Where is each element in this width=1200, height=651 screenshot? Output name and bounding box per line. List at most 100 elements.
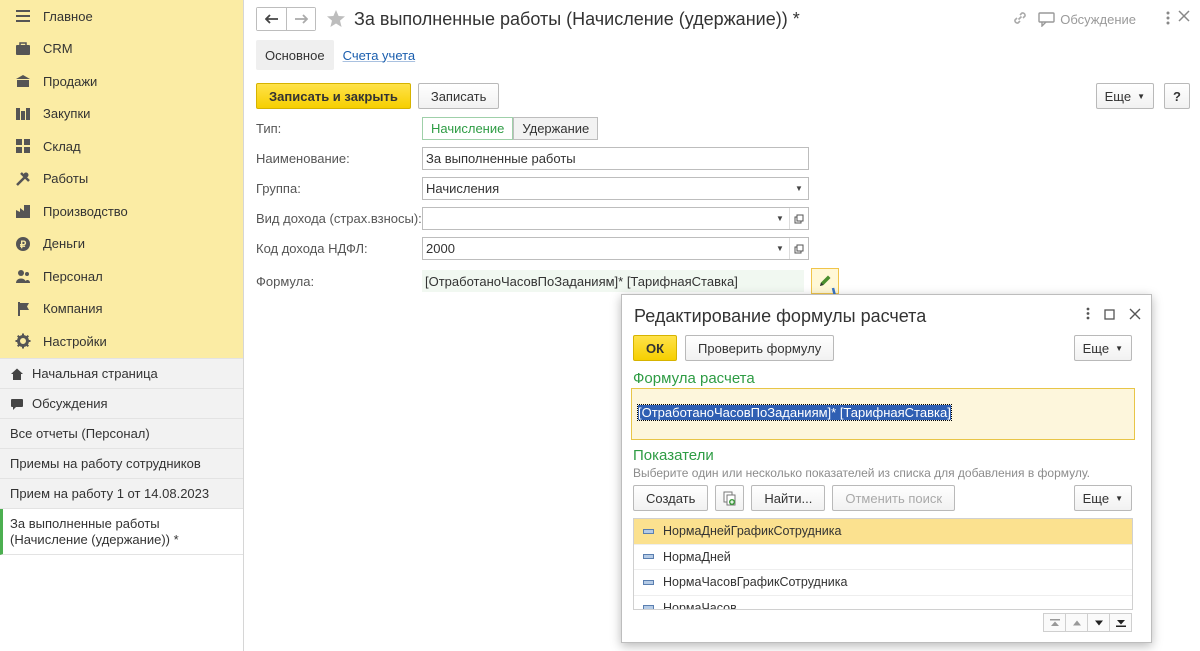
save-button[interactable]: Записать	[417, 83, 500, 109]
open-icon[interactable]	[789, 238, 808, 259]
create-button[interactable]: Создать	[633, 485, 709, 511]
formula-editor[interactable]: [ОтработаноЧасовПоЗаданиям]* [ТарифнаяСт…	[631, 388, 1135, 440]
sales-icon	[14, 72, 32, 90]
forward-button[interactable]	[286, 8, 315, 30]
section-company[interactable]: Компания	[0, 293, 243, 326]
open-item-label: Все отчеты (Персонал)	[10, 426, 150, 441]
group-field[interactable]: Начисления ▼	[422, 177, 809, 200]
maximize-icon[interactable]	[1104, 308, 1115, 323]
help-button[interactable]: ?	[1164, 83, 1190, 109]
open-item-home[interactable]: Начальная страница	[0, 359, 243, 389]
section-main[interactable]: Главное	[0, 0, 243, 33]
arrow-right-icon	[295, 14, 308, 24]
chat-icon	[10, 397, 24, 411]
list-navigation	[1043, 613, 1132, 632]
income-type-field[interactable]: ▼	[422, 207, 809, 230]
section-settings[interactable]: Настройки	[0, 325, 243, 358]
open-item-discussions[interactable]: Обсуждения	[0, 389, 243, 419]
name-field[interactable]: За выполненные работы	[422, 147, 809, 170]
open-item-hiring-doc[interactable]: Прием на работу 1 от 14.08.2023	[0, 479, 243, 509]
name-label: Наименование:	[256, 151, 350, 166]
warehouse-icon	[14, 137, 32, 155]
section-label: CRM	[43, 41, 73, 57]
menu-icon	[14, 7, 32, 25]
open-item-current[interactable]: За выполненные работы (Начисление (удерж…	[0, 509, 243, 555]
group-row: Группа:	[256, 177, 422, 200]
list-item[interactable]: НормаДнейГрафикСотрудника	[634, 519, 1132, 545]
section-label: Деньги	[43, 236, 85, 252]
discussion-icon	[1038, 12, 1055, 27]
check-formula-button[interactable]: Проверить формулу	[685, 335, 835, 361]
list-item-label: НормаЧасов	[663, 600, 737, 610]
title-bar: За выполненные работы (Начисление (удерж…	[256, 7, 800, 31]
section-warehouse[interactable]: Склад	[0, 130, 243, 163]
open-item-reports[interactable]: Все отчеты (Персонал)	[0, 419, 243, 449]
list-item-label: НормаДней	[663, 549, 731, 564]
save-close-button[interactable]: Записать и закрыть	[256, 83, 411, 109]
section-crm[interactable]: CRM	[0, 33, 243, 66]
link-icon[interactable]	[1012, 10, 1028, 29]
section-label: Склад	[43, 138, 81, 154]
dialog-more-button[interactable]: Еще ▼	[1073, 335, 1132, 361]
indicator-icon	[643, 605, 654, 609]
dropdown-arrow-icon[interactable]: ▼	[770, 208, 789, 229]
more-vertical-icon[interactable]	[1086, 307, 1090, 323]
type-label: Тип:	[256, 121, 282, 136]
open-item-label: За выполненные работы (Начисление (удерж…	[10, 516, 179, 547]
section-sales[interactable]: Продажи	[0, 65, 243, 98]
indicators-more-wrap: Еще ▼	[1073, 485, 1132, 511]
arrow-left-icon	[264, 14, 278, 24]
section-personnel[interactable]: Персонал	[0, 260, 243, 293]
more-button[interactable]: Еще ▼	[1095, 83, 1154, 109]
find-button[interactable]: Найти...	[751, 485, 826, 511]
last-page-button[interactable]	[1109, 613, 1132, 632]
more-vertical-icon[interactable]	[1166, 11, 1170, 28]
dropdown-arrow-icon[interactable]: ▼	[789, 178, 808, 199]
indicators-more-button[interactable]: Еще ▼	[1073, 485, 1132, 511]
copy-button[interactable]	[715, 485, 745, 511]
list-item[interactable]: НормаДней	[634, 545, 1132, 570]
section-works[interactable]: Работы	[0, 163, 243, 196]
dropdown-arrow-icon[interactable]: ▼	[770, 238, 789, 259]
dialog-controls	[1086, 307, 1141, 323]
name-value: За выполненные работы	[426, 151, 576, 166]
open-item-label: Приемы на работу сотрудников	[10, 456, 201, 471]
caret-down-icon: ▼	[1137, 91, 1145, 101]
next-page-button[interactable]	[1087, 613, 1110, 632]
indicators-command-bar: Создать Найти... Отменить поиск	[633, 485, 956, 511]
back-button[interactable]	[257, 8, 286, 30]
star-icon[interactable]	[326, 9, 346, 29]
list-item[interactable]: НормаЧасов	[634, 596, 1132, 610]
income-type-row: Вид дохода (страх.взносы):	[256, 207, 422, 230]
list-item[interactable]: НормаЧасовГрафикСотрудника	[634, 570, 1132, 596]
close-icon[interactable]	[1178, 10, 1190, 25]
section-money[interactable]: ₽ Деньги	[0, 228, 243, 261]
type-accrual-option[interactable]: Начисление	[422, 117, 514, 140]
indicators-hint: Выберите один или несколько показателей …	[633, 466, 1091, 480]
close-icon[interactable]	[1129, 308, 1141, 323]
ndfl-field[interactable]: 2000 ▼	[422, 237, 809, 260]
ok-button[interactable]: ОК	[633, 335, 678, 361]
personnel-icon	[14, 267, 32, 285]
section-label: Работы	[43, 171, 89, 187]
settings-icon	[14, 332, 32, 350]
type-deduction-option[interactable]: Удержание	[513, 117, 599, 140]
section-purchases[interactable]: Закупки	[0, 98, 243, 131]
name-row: Наименование:	[256, 147, 422, 170]
indicators-list: НормаДнейГрафикСотрудника НормаДней Норм…	[633, 518, 1133, 610]
dialog-title: Редактирование формулы расчета	[634, 306, 927, 326]
cancel-search-button[interactable]: Отменить поиск	[832, 485, 956, 511]
discussion-button[interactable]: Обсуждение	[1038, 12, 1136, 27]
tab-accounts[interactable]: Счета учета	[334, 40, 425, 70]
section-production[interactable]: Производство	[0, 195, 243, 228]
discussion-label: Обсуждение	[1060, 12, 1136, 27]
open-windows-list: Начальная страница Обсуждения Все отчеты…	[0, 358, 243, 555]
first-page-button[interactable]	[1043, 613, 1066, 632]
dialog-command-bar: ОК Проверить формулу	[633, 335, 835, 361]
prev-page-button[interactable]	[1065, 613, 1088, 632]
open-item-hirings[interactable]: Приемы на работу сотрудников	[0, 449, 243, 479]
company-icon	[14, 300, 32, 318]
open-icon[interactable]	[789, 208, 808, 229]
tab-main[interactable]: Основное	[256, 40, 334, 70]
list-item-label: НормаДнейГрафикСотрудника	[663, 524, 842, 539]
